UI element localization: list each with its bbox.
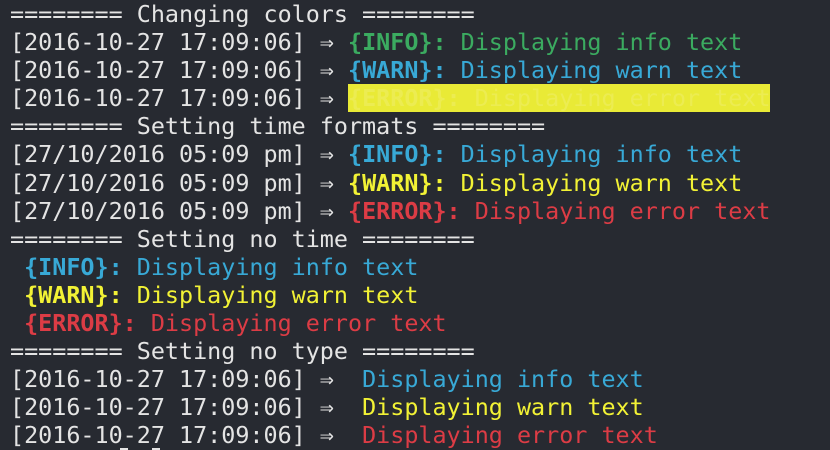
log-line-warn: [2016-10-27 17:09:06] ⇒ Displaying warn … [10,393,830,421]
log-line-error: [2016-10-27 17:09:06] ⇒ {ERROR}: Display… [10,84,830,113]
log-timestamp: [2016-10-27 17:09:06] ⇒ [10,365,348,394]
log-message: Displaying warn text [347,393,644,422]
log-message: Displaying warn text [446,168,743,197]
log-type-tag: {INFO}: [347,28,447,57]
log-type-tag: {INFO}: [24,252,123,281]
section-header-changing-colors: ======== Changing colors ======== [10,0,830,28]
log-timestamp: [2016-10-27 17:09:06] ⇒ [10,421,348,450]
log-message: Displaying info text [347,365,644,394]
section-header-text: ======== Setting no type ======== [10,337,475,366]
log-timestamp: [2016-10-27 17:09:06] ⇒ [10,56,348,85]
log-type-tag: {ERROR}: [347,196,461,225]
section-header-no-time: ======== Setting no time ======== [10,225,830,253]
log-message: Displaying error text [347,421,658,450]
log-timestamp: [2016-10-27 17:09:06] ⇒ [10,84,348,113]
log-line-warn: {WARN}: Displaying warn text [10,281,830,309]
log-line-info: {INFO}: Displaying info text [10,253,830,281]
log-line-warn: [2016-10-27 17:09:06] ⇒ {WARN}: Displayi… [10,56,830,84]
log-message: Displaying error text [460,84,771,113]
log-type-tag: {ERROR}: [347,84,461,113]
log-message: Displaying info text [122,252,419,281]
section-header-no-type: ======== Setting no type ======== [10,337,830,365]
log-type-tag: {WARN}: [24,280,123,309]
log-type-tag: {WARN}: [347,168,447,197]
log-line-info: [2016-10-27 17:09:06] ⇒ {INFO}: Displayi… [10,28,830,56]
log-line-error: {ERROR}: Displaying error text [10,309,830,337]
section-header-time-formats: ======== Setting time formats ======== [10,112,830,140]
log-message: Displaying info text [446,28,743,57]
log-type-tag: {ERROR}: [24,309,137,338]
log-line-info: [2016-10-27 17:09:06] ⇒ Displaying info … [10,365,830,393]
terminal-output: ======== Changing colors ======== [2016-… [10,0,830,450]
log-timestamp: [27/10/2016 05:09 pm] ⇒ [10,196,348,225]
log-message: Displaying error text [460,196,771,225]
log-type-tag: {WARN}: [347,56,447,85]
log-message: Displaying warn text [122,280,419,309]
log-timestamp: [27/10/2016 05:09 pm] ⇒ [10,168,348,197]
log-message: Displaying info text [446,140,743,169]
log-timestamp: [27/10/2016 05:09 pm] ⇒ [10,140,348,169]
section-header-text: ======== Setting time formats ======== [10,112,546,141]
log-line-error: [2016-10-27 17:09:06] ⇒ Displaying error… [10,421,830,449]
log-indent [10,281,24,309]
log-message: Displaying error text [136,309,447,338]
section-header-text: ======== Setting no time ======== [10,224,475,253]
log-message: Displaying warn text [446,56,743,85]
log-line-error: [27/10/2016 05:09 pm] ⇒ {ERROR}: Display… [10,197,830,225]
log-line-warn: [27/10/2016 05:09 pm] ⇒ {WARN}: Displayi… [10,169,830,197]
log-line-info: [27/10/2016 05:09 pm] ⇒ {INFO}: Displayi… [10,140,830,168]
section-header-text: ======== Changing colors ======== [10,0,475,28]
log-type-tag: {INFO}: [347,140,447,169]
log-indent [10,309,24,337]
log-timestamp: [2016-10-27 17:09:06] ⇒ [10,28,348,57]
log-indent [10,253,24,281]
log-timestamp: [2016-10-27 17:09:06] ⇒ [10,393,348,422]
